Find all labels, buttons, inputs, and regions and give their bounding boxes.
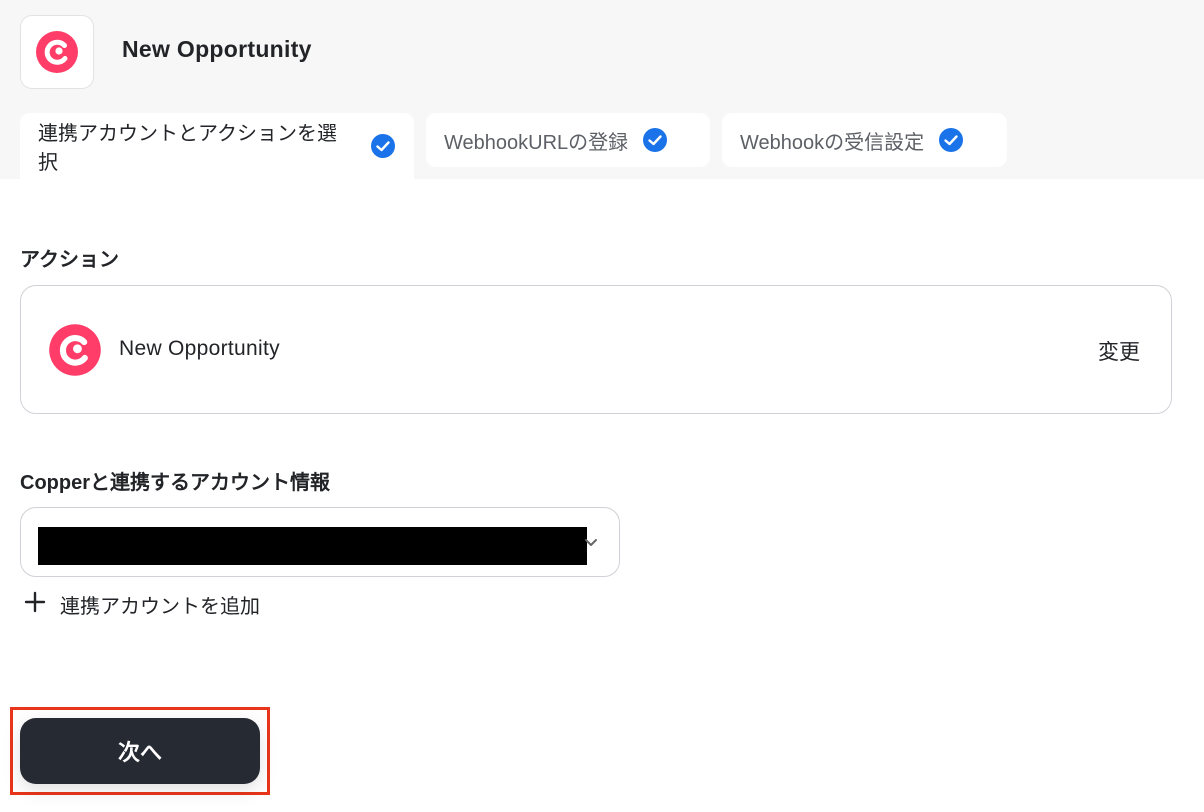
tab-label: Webhookの受信設定 bbox=[740, 131, 925, 154]
action-name: New Opportunity bbox=[119, 337, 280, 360]
action-section-label: アクション bbox=[20, 249, 119, 271]
tab-webhook-url[interactable]: WebhookURLの登録 bbox=[426, 113, 710, 167]
account-section-label: Copperと連携するアカウント情報 bbox=[20, 472, 330, 494]
chevron-down-icon bbox=[581, 532, 601, 552]
tab-select-account-action[interactable]: 連携アカウントとアクションを選択 bbox=[20, 113, 414, 179]
action-card: New Opportunity 変更 bbox=[20, 285, 1172, 414]
change-action-button[interactable]: 変更 bbox=[1098, 336, 1140, 366]
redacted-account-value bbox=[38, 527, 587, 565]
app-icon bbox=[20, 15, 94, 89]
tab-label: 連携アカウントとアクションを選択 bbox=[38, 123, 337, 174]
check-circle-icon bbox=[938, 127, 964, 153]
add-account-label: 連携アカウントを追加 bbox=[60, 596, 260, 618]
tab-webhook-receive-settings[interactable]: Webhookの受信設定 bbox=[722, 113, 1007, 167]
plus-icon bbox=[24, 591, 46, 619]
add-account-button[interactable]: 連携アカウントを追加 bbox=[24, 590, 260, 619]
copper-logo-icon bbox=[48, 323, 102, 382]
check-circle-icon bbox=[370, 133, 396, 159]
page-title: New Opportunity bbox=[122, 36, 312, 62]
copper-logo-icon bbox=[36, 31, 78, 73]
check-circle-icon bbox=[642, 127, 668, 153]
tab-label: WebhookURLの登録 bbox=[444, 131, 629, 154]
account-select[interactable] bbox=[20, 507, 620, 577]
next-button[interactable]: 次へ bbox=[20, 718, 260, 784]
